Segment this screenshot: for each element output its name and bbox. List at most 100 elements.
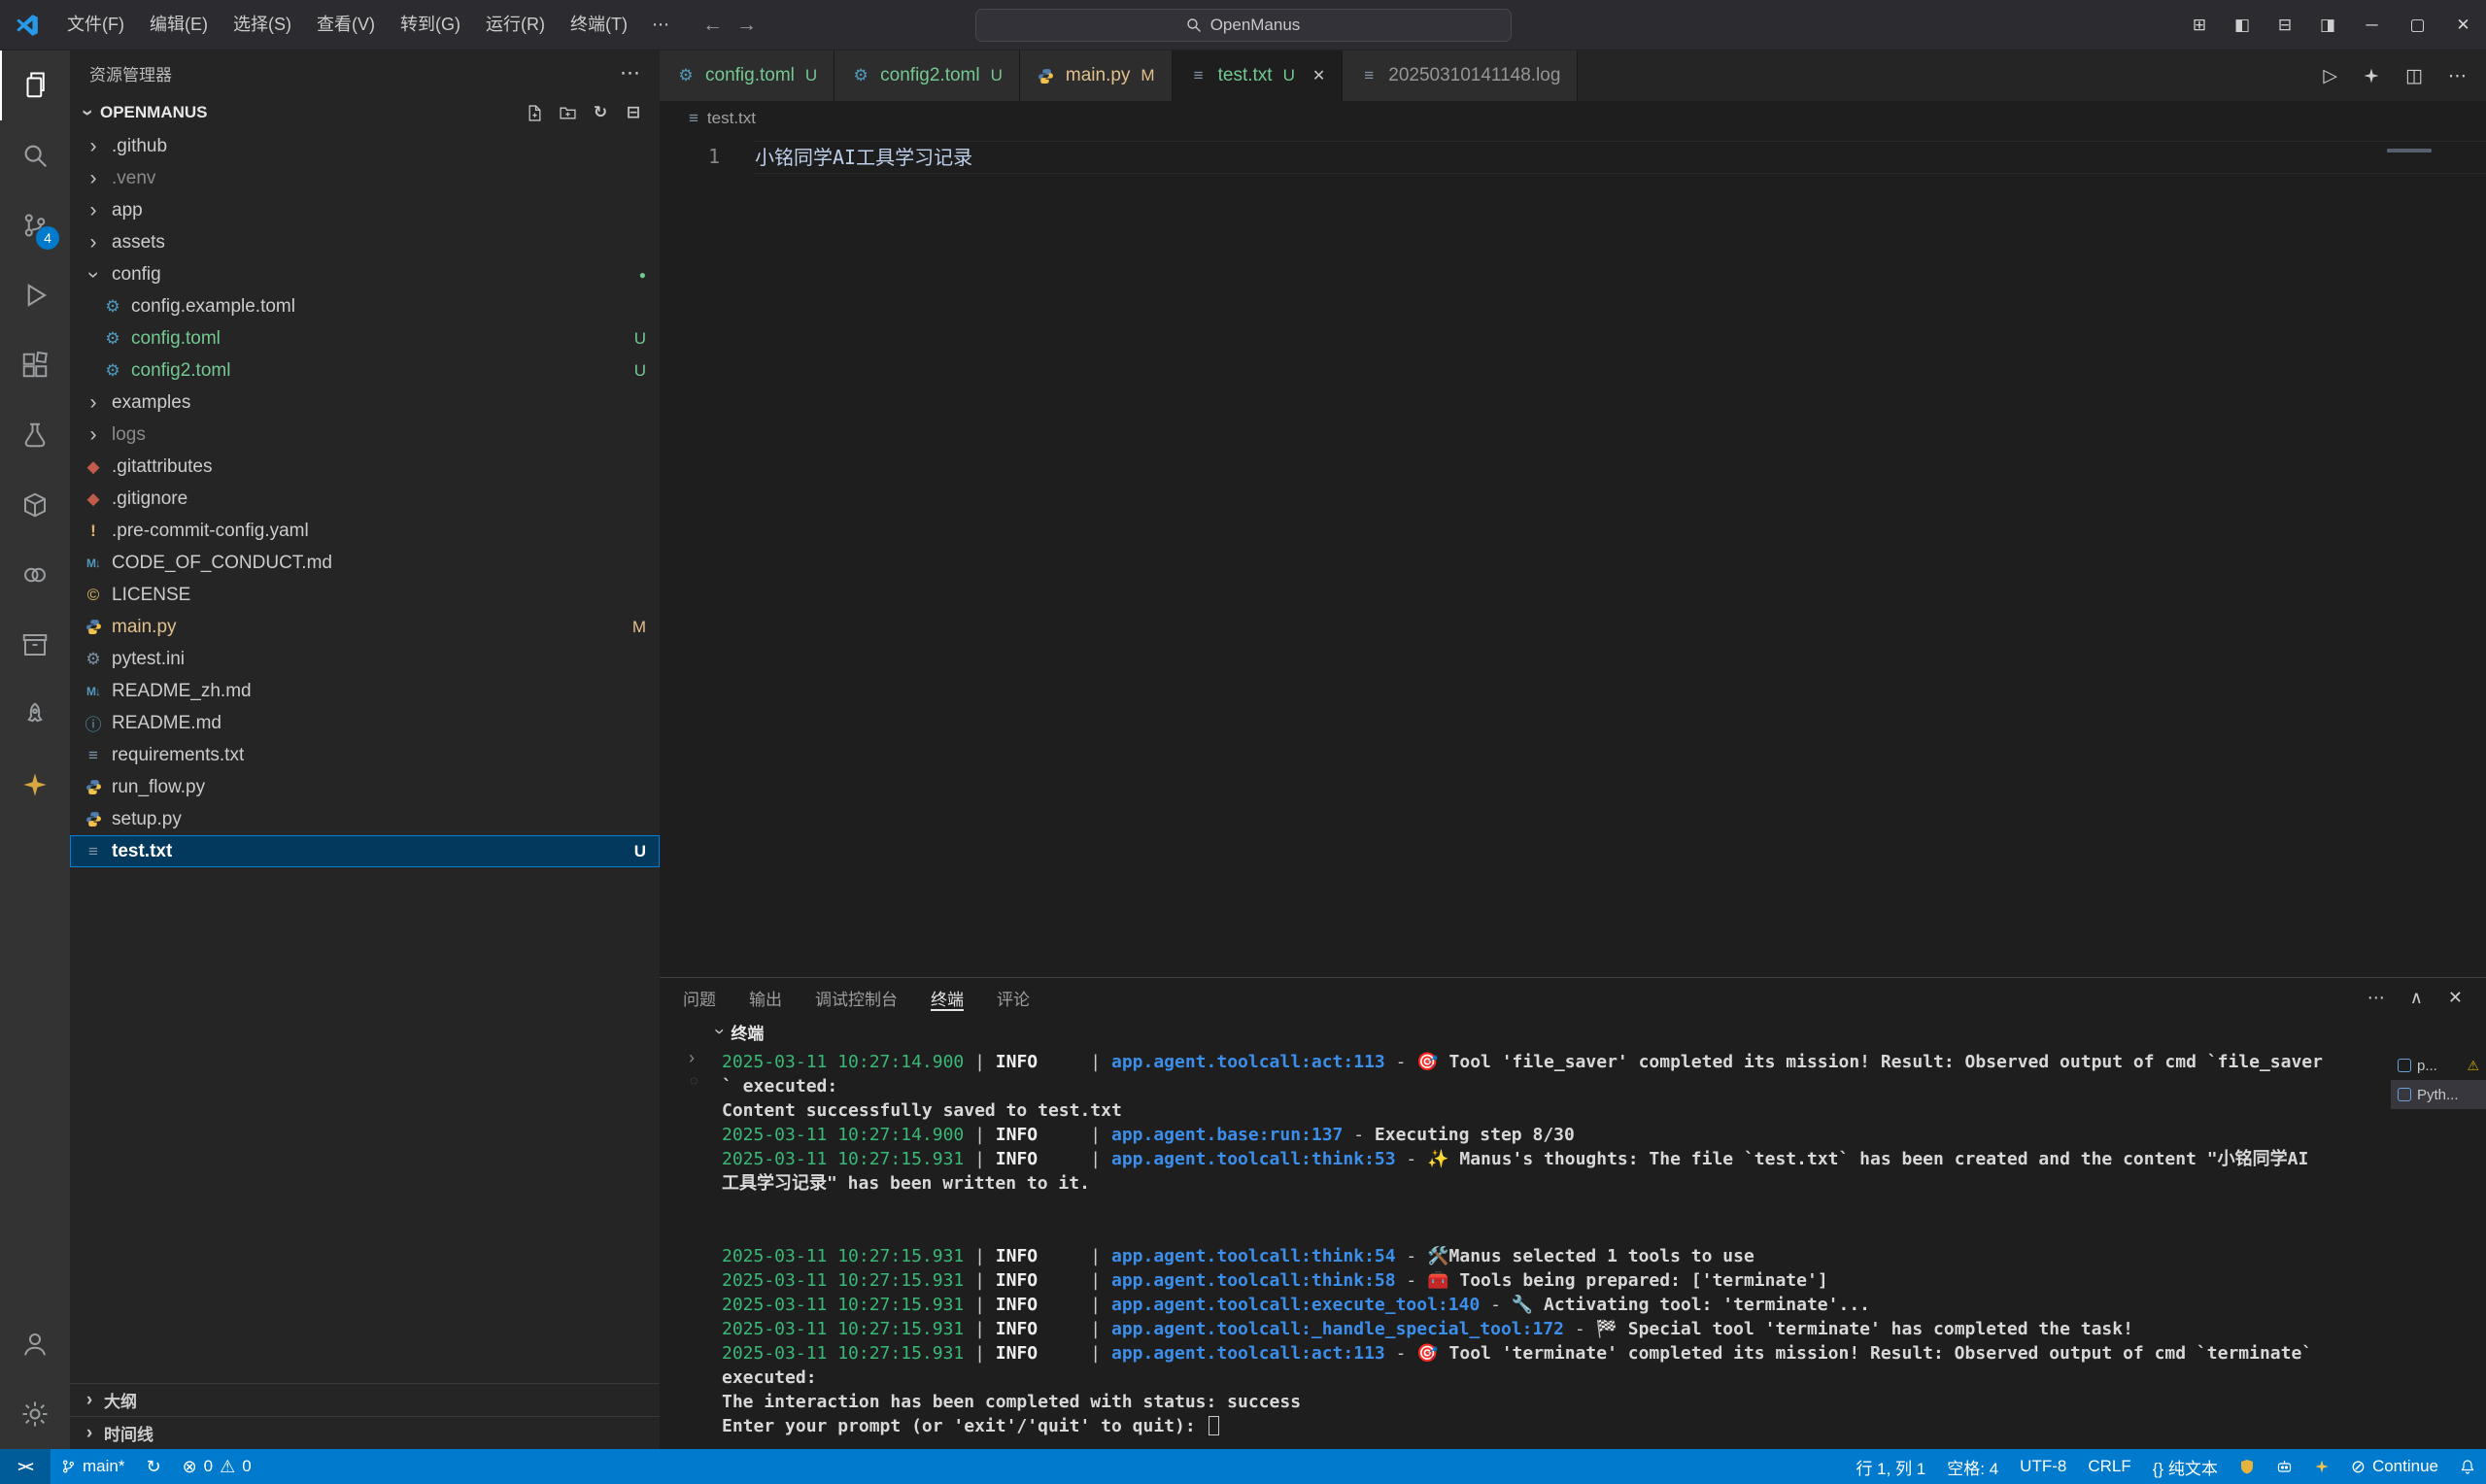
new-file-icon[interactable] [526, 104, 543, 121]
explorer-section-header[interactable]: › OPENMANUS ↻⊟ [70, 95, 660, 130]
activity-settings-icon[interactable] [0, 1379, 70, 1449]
tree-file-.gitignore[interactable]: ◆.gitignore [70, 483, 660, 515]
menu-1[interactable]: 文件(F) [54, 0, 137, 50]
activity-package-icon[interactable] [0, 470, 70, 540]
activity-archive-icon[interactable] [0, 610, 70, 680]
terminal-link[interactable]: app.agent.toolcall:execute_tool:140 [1111, 1295, 1480, 1315]
activity-run-debug-icon[interactable] [0, 260, 70, 330]
tree-folder-config[interactable]: ›config● [70, 258, 660, 290]
tree-file-.gitattributes[interactable]: ◆.gitattributes [70, 451, 660, 483]
tree-file-setup.py[interactable]: setup.py [70, 803, 660, 835]
terminal-link[interactable]: app.agent.toolcall:think:58 [1111, 1270, 1396, 1291]
activity-rocket-icon[interactable] [0, 680, 70, 750]
terminal-group-header[interactable]: › 终端 [660, 1017, 2486, 1046]
status-bell[interactable] [2449, 1449, 2486, 1484]
breadcrumb[interactable]: ≡ test.txt [660, 101, 2486, 136]
status-eol[interactable]: CRLF [2077, 1449, 2141, 1484]
panel-tab-输出[interactable]: 输出 [749, 978, 782, 1017]
customize-layout-icon[interactable]: ⊞ [2178, 0, 2221, 50]
panel-maximize-icon[interactable]: ∧ [2410, 988, 2423, 1008]
tab-config.toml[interactable]: ⚙config.tomlU [660, 51, 834, 101]
tree-file-LICENSE[interactable]: ©LICENSE [70, 579, 660, 611]
sidebar-section-时间线[interactable]: ›时间线 [70, 1416, 660, 1449]
tree-file-config.example.toml[interactable]: ⚙config.example.toml [70, 290, 660, 322]
restore-button[interactable]: ▢ [2395, 0, 2440, 50]
panel-tab-终端[interactable]: 终端 [931, 978, 964, 1017]
back-icon[interactable]: ← [702, 14, 723, 37]
more-actions-icon[interactable]: ⋯ [2448, 65, 2467, 87]
terminal-link[interactable]: app.agent.toolcall:_handle_special_tool:… [1111, 1319, 1564, 1339]
status-shield[interactable] [2229, 1449, 2265, 1484]
panel-tab-调试控制台[interactable]: 调试控制台 [815, 978, 898, 1017]
toggle-primary-sidebar-icon[interactable]: ◧ [2221, 0, 2264, 50]
activity-source-control-icon[interactable]: 4 [0, 190, 70, 260]
split-editor-icon[interactable]: ◫ [2405, 65, 2423, 87]
sidebar-more-icon[interactable]: ⋯ [620, 61, 640, 85]
terminal-session-p...[interactable]: p...⚠ [2391, 1051, 2486, 1080]
tree-folder-.github[interactable]: ›.github [70, 130, 660, 162]
tree-file-run_flow.py[interactable]: run_flow.py [70, 771, 660, 803]
activity-testing-icon[interactable] [0, 400, 70, 470]
panel-close-icon[interactable]: ✕ [2448, 988, 2463, 1008]
minimize-button[interactable]: ─ [2349, 0, 2395, 50]
code-editor[interactable]: 1 小铭同学AI工具学习记录 [660, 136, 2486, 977]
tree-folder-.venv[interactable]: ›.venv [70, 162, 660, 194]
sparkle-icon[interactable] [2363, 67, 2380, 84]
sidebar-section-大纲[interactable]: ›大纲 [70, 1383, 660, 1416]
terminal-link[interactable]: app.agent.base:run:137 [1111, 1125, 1343, 1145]
tab-main.py[interactable]: main.pyM [1020, 51, 1173, 101]
menu-6[interactable]: 运行(R) [473, 0, 558, 50]
menu-4[interactable]: 查看(V) [304, 0, 388, 50]
tree-file-CODE_OF_CONDUCT.md[interactable]: M↓CODE_OF_CONDUCT.md [70, 547, 660, 579]
panel-more-icon[interactable]: ⋯ [2367, 988, 2385, 1008]
status-indentation[interactable]: 空格: 4 [1936, 1449, 2009, 1484]
tree-file-README_zh.md[interactable]: M↓README_zh.md [70, 675, 660, 707]
tab-config2.toml[interactable]: ⚙config2.tomlU [834, 51, 1020, 101]
status-language-mode[interactable]: {} 纯文本 [2142, 1449, 2229, 1484]
forward-icon[interactable]: → [736, 14, 757, 37]
terminal-output[interactable]: 2025-03-11 10:27:14.900 | INFO | app.age… [722, 1046, 2391, 1449]
activity-search-icon[interactable] [0, 120, 70, 190]
tree-folder-assets[interactable]: ›assets [70, 226, 660, 258]
collapse-all-icon[interactable]: ⊟ [625, 104, 642, 121]
menu-3[interactable]: 选择(S) [221, 0, 304, 50]
status-sparkle[interactable] [2303, 1449, 2340, 1484]
toggle-secondary-sidebar-icon[interactable]: ◨ [2306, 0, 2349, 50]
activity-extensions-icon[interactable] [0, 330, 70, 400]
tree-folder-examples[interactable]: ›examples [70, 387, 660, 419]
new-folder-icon[interactable] [559, 104, 576, 121]
terminal-link[interactable]: app.agent.toolcall:act:113 [1111, 1052, 1385, 1072]
minimap[interactable] [2379, 136, 2472, 977]
close-icon[interactable]: ✕ [1312, 66, 1325, 85]
git-branch[interactable]: main* [51, 1449, 135, 1484]
menu-2[interactable]: 编辑(E) [137, 0, 221, 50]
toggle-panel-icon[interactable]: ⊟ [2264, 0, 2306, 50]
tab-20250310141148.log[interactable]: ≡20250310141148.log [1343, 51, 1578, 101]
status-continue[interactable]: ⊘Continue [2340, 1449, 2449, 1484]
run-python-file-icon[interactable]: ▷ [2323, 65, 2337, 87]
tree-file-config.toml[interactable]: ⚙config.tomlU [70, 322, 660, 354]
command-center-search[interactable]: OpenManus [975, 9, 1512, 42]
tree-file-config2.toml[interactable]: ⚙config2.tomlU [70, 354, 660, 387]
status-bot[interactable] [2265, 1449, 2303, 1484]
tree-file-main.py[interactable]: main.pyM [70, 611, 660, 643]
menu-overflow-icon[interactable]: ⋯ [640, 0, 681, 50]
activity-sparkle-icon[interactable] [0, 750, 70, 820]
terminal-link[interactable]: app.agent.toolcall:think:54 [1111, 1246, 1396, 1266]
status-cursor-position[interactable]: 行 1, 列 1 [1845, 1449, 1936, 1484]
panel-tab-评论[interactable]: 评论 [997, 978, 1030, 1017]
terminal-session-Pyth...[interactable]: Pyth... [2391, 1080, 2486, 1109]
status-encoding[interactable]: UTF-8 [2009, 1449, 2077, 1484]
close-button[interactable]: ✕ [2440, 0, 2486, 50]
tab-test.txt[interactable]: ≡test.txtU✕ [1173, 51, 1344, 101]
remote-indicator[interactable]: >< [0, 1449, 51, 1484]
menu-5[interactable]: 转到(G) [388, 0, 473, 50]
tree-file-README.md[interactable]: ⓘREADME.md [70, 707, 660, 739]
tree-file-pytest.ini[interactable]: ⚙pytest.ini [70, 643, 660, 675]
tree-file-.pre-commit-config.yaml[interactable]: !.pre-commit-config.yaml [70, 515, 660, 547]
refresh-icon[interactable]: ↻ [592, 104, 609, 121]
menu-7[interactable]: 终端(T) [558, 0, 640, 50]
terminal-link[interactable]: app.agent.toolcall:think:53 [1111, 1149, 1396, 1169]
activity-explorer-icon[interactable] [0, 51, 70, 120]
tree-folder-logs[interactable]: ›logs [70, 419, 660, 451]
